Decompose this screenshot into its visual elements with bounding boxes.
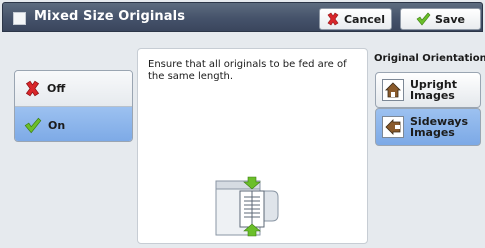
x-icon — [25, 80, 40, 97]
on-option-button[interactable]: On — [15, 107, 132, 141]
document-feeder-icon — [215, 176, 279, 237]
mixed-size-originals-dialog: Mixed Size Originals Cancel Save Off On — [0, 0, 485, 248]
upright-images-button[interactable]: Upright Images — [375, 72, 481, 108]
sideways-image-icon — [382, 116, 404, 138]
off-option-button[interactable]: Off — [15, 71, 132, 107]
dialog-title: Mixed Size Originals — [34, 9, 186, 24]
checkmark-icon — [416, 12, 431, 26]
mixed-size-option-group: Off On — [14, 70, 133, 142]
save-label: Save — [435, 12, 465, 26]
title-checkbox — [13, 12, 26, 25]
cancel-label: Cancel — [343, 12, 386, 26]
title-bar: Mixed Size Originals Cancel Save — [2, 2, 483, 32]
checkmark-icon — [24, 117, 42, 133]
upright-image-icon — [382, 79, 404, 101]
x-icon — [327, 12, 339, 26]
sideways-images-button[interactable]: Sideways Images — [375, 108, 481, 146]
off-option-label: Off — [47, 82, 66, 95]
save-button[interactable]: Save — [400, 8, 481, 30]
info-panel: Ensure that all originals to be fed are … — [137, 48, 368, 244]
cancel-button[interactable]: Cancel — [319, 8, 392, 30]
original-orientation-heading: Original Orientation — [374, 53, 485, 64]
sideways-images-label: Sideways Images — [410, 115, 468, 139]
info-message: Ensure that all originals to be fed are … — [148, 59, 347, 82]
on-option-label: On — [48, 118, 66, 132]
upright-images-label: Upright Images — [410, 78, 457, 102]
